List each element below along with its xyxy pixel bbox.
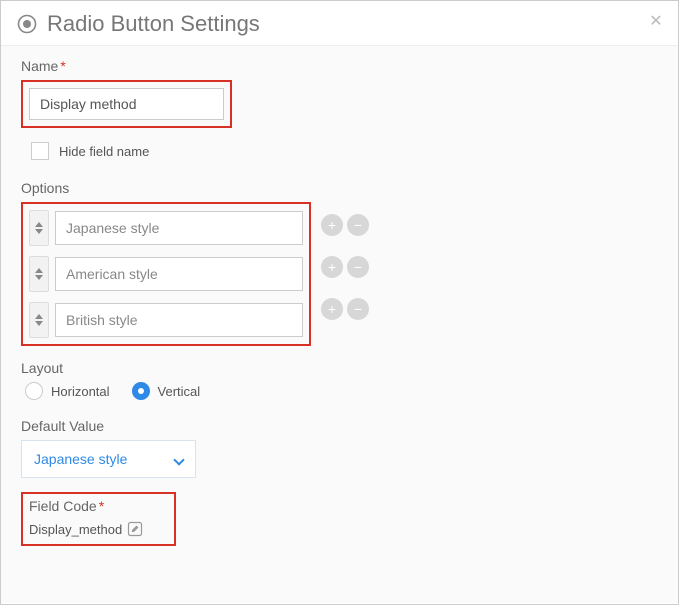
radio-button-icon bbox=[17, 14, 37, 34]
minus-icon: − bbox=[354, 302, 362, 316]
drag-handle-icon[interactable] bbox=[29, 256, 49, 292]
hide-field-name-row: Hide field name bbox=[31, 142, 658, 160]
plus-icon: + bbox=[328, 302, 336, 316]
options-label: Options bbox=[21, 180, 658, 196]
dialog-body: Name* Hide field name Options bbox=[1, 46, 678, 603]
option-actions: + − bbox=[321, 298, 369, 320]
field-code-row: Display_method bbox=[29, 520, 166, 538]
close-icon: ✕ bbox=[649, 11, 662, 31]
radio-button-settings-dialog: Radio Button Settings ✕ Name* Hide field… bbox=[0, 0, 679, 605]
minus-icon: − bbox=[354, 218, 362, 232]
default-value-text: Japanese style bbox=[34, 451, 127, 467]
close-button[interactable]: ✕ bbox=[644, 9, 668, 33]
option-actions: + − bbox=[321, 214, 369, 236]
edit-icon[interactable] bbox=[126, 520, 144, 538]
default-value-label: Default Value bbox=[21, 418, 658, 434]
option-input[interactable] bbox=[55, 303, 303, 337]
name-highlight-box bbox=[21, 80, 232, 128]
minus-icon: − bbox=[354, 260, 362, 274]
add-option-button[interactable]: + bbox=[321, 256, 343, 278]
layout-label: Layout bbox=[21, 360, 658, 376]
layout-horizontal-item: Horizontal bbox=[25, 382, 110, 400]
remove-option-button[interactable]: − bbox=[347, 298, 369, 320]
layout-radio-group: Horizontal Vertical bbox=[25, 382, 658, 400]
option-row bbox=[29, 302, 303, 338]
dialog-title: Radio Button Settings bbox=[47, 11, 260, 37]
options-row-0: + − + − + − bbox=[21, 202, 658, 360]
field-code-highlight-box: Field Code* Display_method bbox=[21, 492, 176, 546]
plus-icon: + bbox=[328, 218, 336, 232]
required-mark: * bbox=[60, 58, 65, 74]
option-row bbox=[29, 256, 303, 292]
field-code-label: Field Code* bbox=[29, 498, 166, 514]
dialog-header: Radio Button Settings ✕ bbox=[1, 1, 678, 46]
name-input[interactable] bbox=[29, 88, 224, 120]
layout-vertical-item: Vertical bbox=[132, 382, 201, 400]
layout-vertical-radio[interactable] bbox=[132, 382, 150, 400]
option-row bbox=[29, 210, 303, 246]
option-input[interactable] bbox=[55, 211, 303, 245]
layout-horizontal-radio[interactable] bbox=[25, 382, 43, 400]
layout-vertical-label: Vertical bbox=[158, 384, 201, 399]
option-input[interactable] bbox=[55, 257, 303, 291]
default-value-select[interactable]: Japanese style bbox=[21, 440, 196, 478]
chevron-down-icon bbox=[175, 451, 183, 467]
drag-handle-icon[interactable] bbox=[29, 302, 49, 338]
remove-option-button[interactable]: − bbox=[347, 214, 369, 236]
option-action-column: + − + − + − bbox=[311, 202, 369, 320]
hide-field-name-label: Hide field name bbox=[59, 144, 149, 159]
options-highlight-box bbox=[21, 202, 311, 346]
remove-option-button[interactable]: − bbox=[347, 256, 369, 278]
field-code-value: Display_method bbox=[29, 522, 122, 537]
required-mark: * bbox=[99, 498, 104, 514]
hide-field-name-checkbox[interactable] bbox=[31, 142, 49, 160]
add-option-button[interactable]: + bbox=[321, 298, 343, 320]
drag-handle-icon[interactable] bbox=[29, 210, 49, 246]
plus-icon: + bbox=[328, 260, 336, 274]
add-option-button[interactable]: + bbox=[321, 214, 343, 236]
option-actions: + − bbox=[321, 256, 369, 278]
name-label: Name* bbox=[21, 58, 658, 74]
layout-horizontal-label: Horizontal bbox=[51, 384, 110, 399]
